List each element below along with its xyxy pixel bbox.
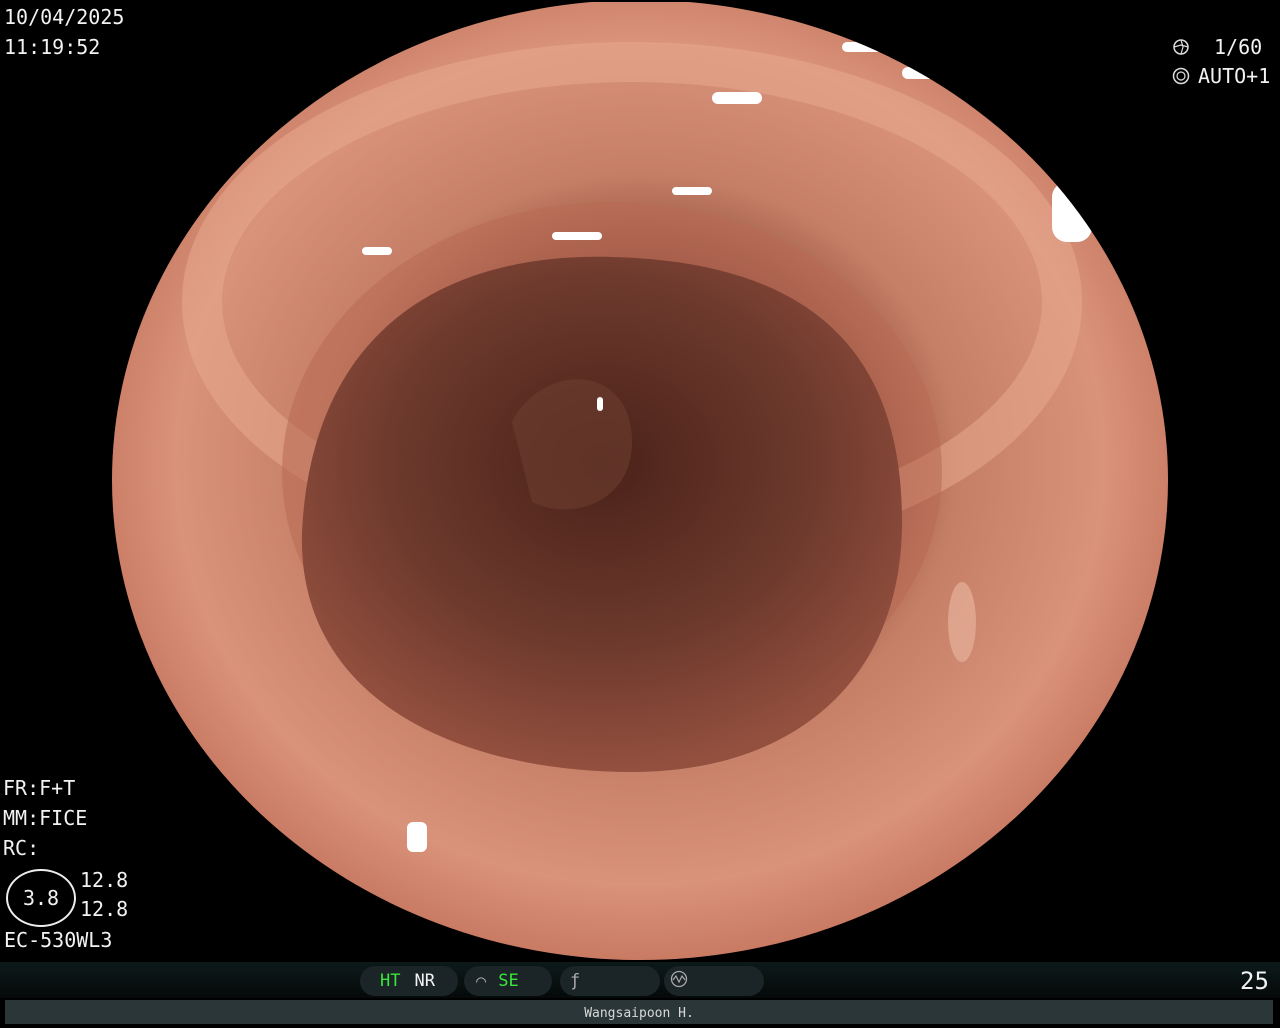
shutter-speed: 1/60 — [1214, 35, 1263, 59]
waveform-icon — [670, 970, 688, 993]
exam-date: 10/04/2025 — [4, 5, 125, 29]
se-label: SE — [498, 971, 519, 991]
iris-mode: AUTO+1 — [1198, 64, 1271, 88]
rc-setting: RC: — [3, 836, 40, 860]
zoom-badge: 3.8 — [6, 869, 76, 927]
structure-indicator: ⌒ SE — [464, 966, 552, 996]
scope-model: EC-530WL3 — [4, 928, 113, 952]
waveform-indicator — [664, 966, 764, 996]
fr-setting: FR:F+T — [3, 776, 76, 800]
color-enhance-icon: ƒ — [570, 971, 581, 991]
value-b: 12.8 — [80, 897, 129, 921]
exam-time: 11:19:52 — [4, 35, 101, 59]
image-counter: 25 — [1240, 967, 1269, 995]
zoom-value: 3.8 — [22, 886, 60, 910]
value-a: 12.8 — [80, 868, 129, 892]
operator-name: Wangsaipoon H. — [5, 1000, 1273, 1024]
mm-setting: MM:FICE — [3, 806, 88, 830]
endoscope-view — [112, 2, 1168, 960]
ht-nr-indicator: HT NR — [360, 966, 458, 996]
structure-icon: ⌒ — [476, 971, 487, 991]
ht-label: HT — [380, 971, 401, 991]
iris-icon — [1172, 61, 1192, 121]
nr-label: NR — [414, 971, 435, 991]
color-enhance-indicator: ƒ — [560, 966, 660, 996]
